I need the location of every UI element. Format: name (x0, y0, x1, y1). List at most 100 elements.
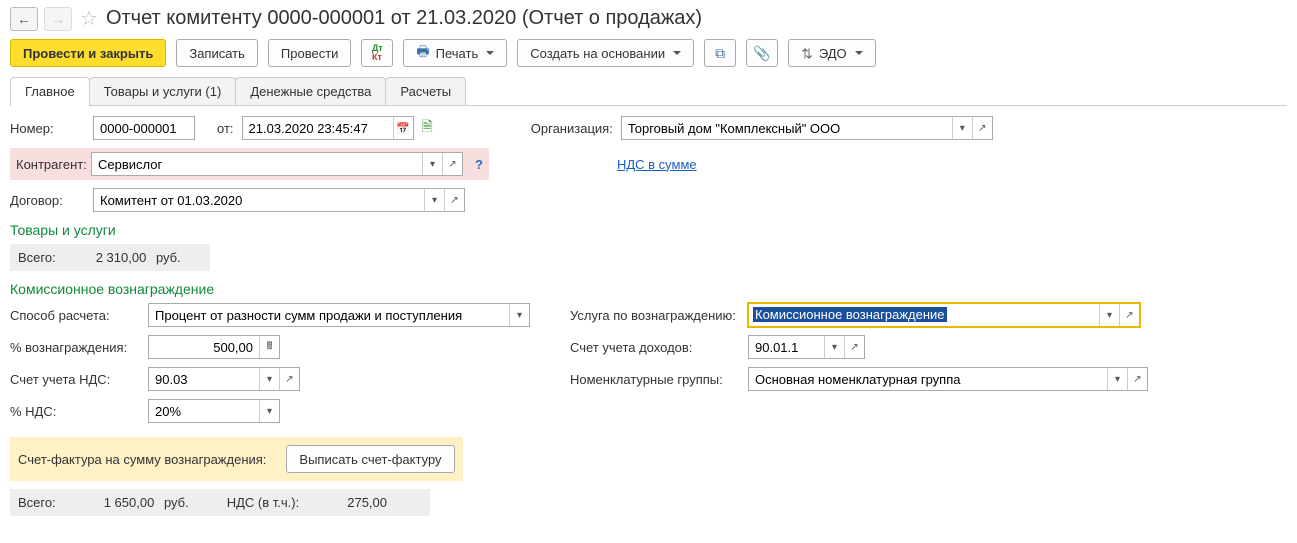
attachments-button[interactable]: 📎 (746, 39, 778, 67)
structure-button[interactable]: ⧉ (704, 39, 736, 67)
tab-settlements[interactable]: Расчеты (385, 77, 466, 105)
vat-percent-label: % НДС: (10, 404, 140, 419)
calculator-icon[interactable]: 🖩 (259, 336, 279, 358)
page-title: Отчет комитенту 0000-000001 от 21.03.202… (106, 7, 702, 30)
nomen-group-field[interactable]: ▾ ↗ (748, 367, 1148, 391)
org-field[interactable]: ▾ ↗ (621, 116, 993, 140)
vat-percent-input[interactable] (149, 400, 259, 422)
vat-account-input[interactable] (149, 368, 259, 390)
create-invoice-button[interactable]: Выписать счет-фактуру (286, 445, 454, 473)
chevron-down-icon[interactable]: ▾ (259, 400, 279, 422)
date-field[interactable] (242, 116, 414, 140)
commission-total-value: 1 650,00 (104, 495, 155, 510)
vat-account-field[interactable]: ▾ ↗ (148, 367, 300, 391)
tab-goods[interactable]: Товары и услуги (1) (89, 77, 237, 105)
tabs: Главное Товары и услуги (1) Денежные сре… (10, 77, 1287, 106)
post-button[interactable]: Провести (268, 39, 352, 67)
contract-field[interactable]: ▾ ↗ (93, 188, 465, 212)
nav-back-button[interactable]: ← (10, 7, 38, 31)
open-icon[interactable]: ↗ (442, 153, 462, 175)
dt-kt-button[interactable]: ДтКт (361, 39, 393, 67)
percent-field[interactable]: 🖩 (148, 335, 280, 359)
tab-cash[interactable]: Денежные средства (235, 77, 386, 105)
chevron-down-icon (673, 51, 681, 55)
calendar-icon[interactable] (393, 117, 413, 139)
counterparty-field[interactable]: ▾ ↗ (91, 152, 463, 176)
open-icon[interactable]: ↗ (844, 336, 864, 358)
edo-button[interactable]: ⇄ ЭДО (788, 39, 876, 67)
number-input[interactable] (94, 117, 194, 139)
chevron-down-icon[interactable]: ▾ (952, 117, 972, 139)
income-account-label: Счет учета доходов: (570, 340, 740, 355)
vat-incl-label: НДС (в т.ч.): (227, 495, 300, 510)
vat-percent-field[interactable]: ▾ (148, 399, 280, 423)
open-icon[interactable]: ↗ (1119, 304, 1139, 326)
method-input[interactable] (149, 304, 509, 326)
edo-icon: ⇄ (798, 47, 815, 59)
service-field[interactable]: Комиссионное вознаграждение ▾ ↗ (748, 303, 1140, 327)
paperclip-icon: 📎 (753, 45, 770, 62)
commission-total-currency: руб. (164, 495, 189, 510)
help-icon[interactable]: ? (475, 157, 483, 172)
open-icon[interactable]: ↗ (1127, 368, 1147, 390)
structure-icon: ⧉ (715, 45, 725, 62)
percent-label: % вознаграждения: (10, 340, 140, 355)
chevron-down-icon[interactable]: ▾ (1099, 304, 1119, 326)
commission-section-title: Комиссионное вознаграждение (10, 281, 1287, 297)
dt-kt-icon: ДтКт (372, 44, 383, 62)
save-button[interactable]: Записать (176, 39, 258, 67)
open-icon[interactable]: ↗ (444, 189, 464, 211)
counterparty-block: Контрагент: ▾ ↗ ? (10, 148, 489, 180)
document-flow-icon[interactable]: 🗎 (422, 116, 433, 140)
number-label: Номер: (10, 121, 85, 136)
vat-incl-value: 275,00 (347, 495, 387, 510)
vat-mode-link[interactable]: НДС в сумме (617, 157, 697, 172)
favorite-star-icon[interactable]: ☆ (80, 6, 98, 31)
printer-icon: 🖶 (416, 41, 429, 65)
contract-label: Договор: (10, 193, 85, 208)
from-label: от: (217, 121, 234, 136)
goods-total-label: Всего: (18, 250, 56, 265)
service-input[interactable]: Комиссионное вознаграждение (753, 307, 947, 322)
commission-total-label: Всего: (18, 495, 56, 510)
income-account-field[interactable]: ▾ ↗ (748, 335, 865, 359)
invoice-bar: Счет-фактура на сумму вознаграждения: Вы… (10, 437, 463, 481)
date-input[interactable] (243, 117, 393, 139)
income-account-input[interactable] (749, 336, 824, 358)
goods-totals: Всего: 2 310,00 руб. (10, 244, 210, 271)
goods-section-title: Товары и услуги (10, 222, 1287, 238)
chevron-down-icon[interactable]: ▾ (509, 304, 529, 326)
create-based-button[interactable]: Создать на основании (517, 39, 694, 67)
chevron-down-icon (486, 51, 494, 55)
open-icon[interactable]: ↗ (972, 117, 992, 139)
number-field[interactable] (93, 116, 195, 140)
percent-input[interactable] (149, 336, 259, 358)
commission-totals: Всего: 1 650,00 руб. НДС (в т.ч.): 275,0… (10, 489, 430, 516)
org-input[interactable] (622, 117, 952, 139)
nomen-group-label: Номенклатурные группы: (570, 372, 740, 387)
chevron-down-icon[interactable]: ▾ (424, 189, 444, 211)
print-label: Печать (436, 46, 479, 61)
goods-total-currency: руб. (156, 250, 181, 265)
method-label: Способ расчета: (10, 308, 140, 323)
nav-forward-button: → (44, 7, 72, 31)
counterparty-label: Контрагент: (16, 157, 83, 172)
chevron-down-icon[interactable]: ▾ (1107, 368, 1127, 390)
contract-input[interactable] (94, 189, 424, 211)
tab-main[interactable]: Главное (10, 77, 90, 105)
post-and-close-button[interactable]: Провести и закрыть (10, 39, 166, 67)
chevron-down-icon[interactable]: ▾ (824, 336, 844, 358)
edo-label: ЭДО (819, 46, 847, 61)
counterparty-input[interactable] (92, 153, 422, 175)
open-icon[interactable]: ↗ (279, 368, 299, 390)
vat-account-label: Счет учета НДС: (10, 372, 140, 387)
print-button[interactable]: 🖶 Печать (403, 39, 507, 67)
chevron-down-icon[interactable]: ▾ (422, 153, 442, 175)
method-field[interactable]: ▾ (148, 303, 530, 327)
nomen-group-input[interactable] (749, 368, 1107, 390)
invoice-label: Счет-фактура на сумму вознаграждения: (18, 452, 266, 467)
chevron-down-icon (855, 51, 863, 55)
create-based-label: Создать на основании (530, 46, 665, 61)
toolbar: Провести и закрыть Записать Провести ДтК… (10, 39, 1287, 67)
chevron-down-icon[interactable]: ▾ (259, 368, 279, 390)
